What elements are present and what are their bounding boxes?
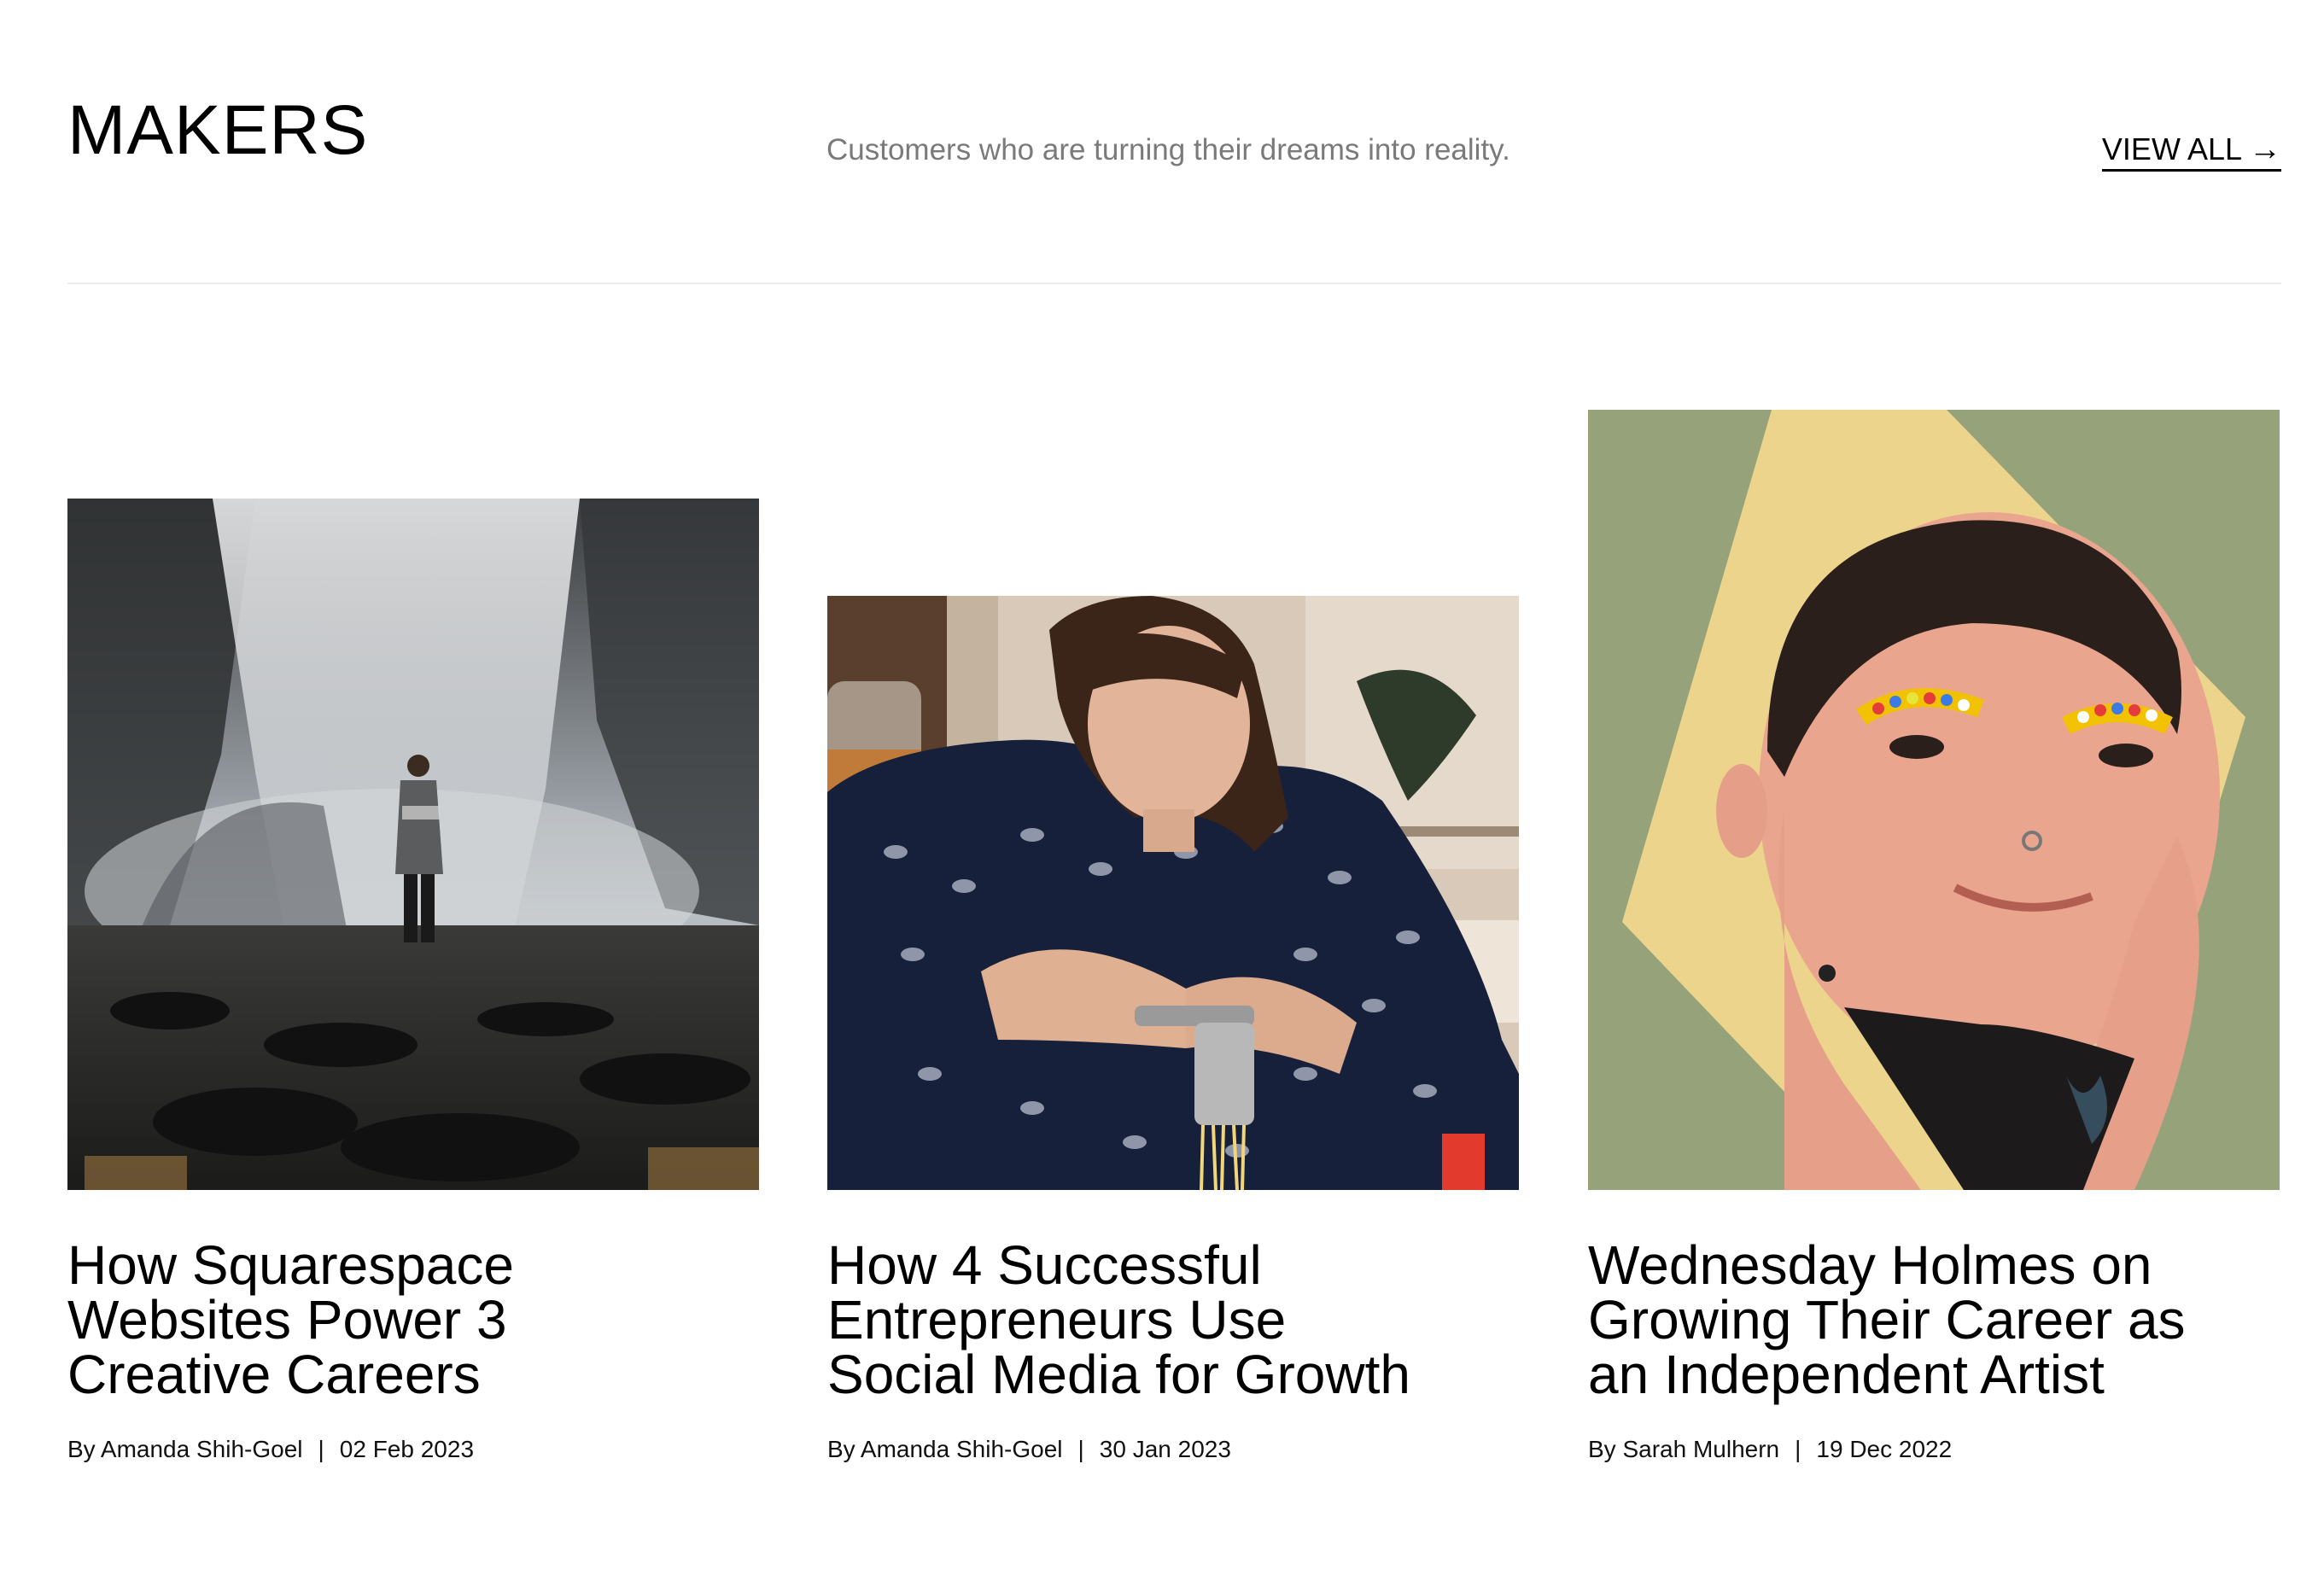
article-title-line: Wednesday Holmes on [1588,1234,2152,1296]
meta-separator: | [318,1436,324,1462]
article-date: 02 Feb 2023 [339,1436,475,1462]
article-image-pasta-maker[interactable] [827,596,1519,1190]
article-date: 30 Jan 2023 [1099,1436,1231,1462]
article-title-line: Entrepreneurs Use [827,1289,1287,1350]
meta-separator: | [1795,1436,1801,1462]
article-title-line: Growing Their Career as [1588,1289,2186,1350]
meta-separator: | [1077,1436,1084,1462]
section-subtitle: Customers who are turning their dreams i… [826,133,1510,166]
article-image-artist-portrait[interactable] [1588,410,2280,1190]
article-title-line: an Independent Artist [1588,1344,2105,1405]
article-author: By Amanda Shih-Goel [827,1436,1063,1462]
article-title-line: Creative Careers [67,1344,481,1405]
article-title[interactable]: Wednesday Holmes on Growing Their Career… [1588,1238,2280,1402]
section-header: MAKERS Customers who are turning their d… [0,0,2324,285]
article-title-line: Social Media for Growth [827,1344,1410,1405]
view-all-label: VIEW ALL [2101,131,2242,166]
article-meta: By Sarah Mulhern | 19 Dec 2022 [1588,1438,1952,1461]
article-meta: By Amanda Shih-Goel | 02 Feb 2023 [67,1438,474,1461]
article-author: By Sarah Mulhern [1588,1436,1780,1462]
article-date: 19 Dec 2022 [1816,1436,1953,1462]
article-title-line: How Squarespace [67,1234,514,1296]
article-title-line: How 4 Successful [827,1234,1262,1296]
article-title[interactable]: How Squarespace Websites Power 3 Creativ… [67,1238,759,1402]
makers-section: MAKERS Customers who are turning their d… [0,0,2324,1569]
article-title-line: Websites Power 3 [67,1289,507,1350]
article-meta: By Amanda Shih-Goel | 30 Jan 2023 [827,1438,1231,1461]
article-image-waterfall[interactable] [67,499,759,1190]
article-title[interactable]: How 4 Successful Entrepreneurs Use Socia… [827,1238,1519,1402]
arrow-right-icon: → [2249,131,2281,167]
article-author: By Amanda Shih-Goel [67,1436,303,1462]
divider [67,283,2281,284]
section-title: MAKERS [67,91,369,169]
view-all-link[interactable]: VIEW ALL → [2101,131,2281,172]
